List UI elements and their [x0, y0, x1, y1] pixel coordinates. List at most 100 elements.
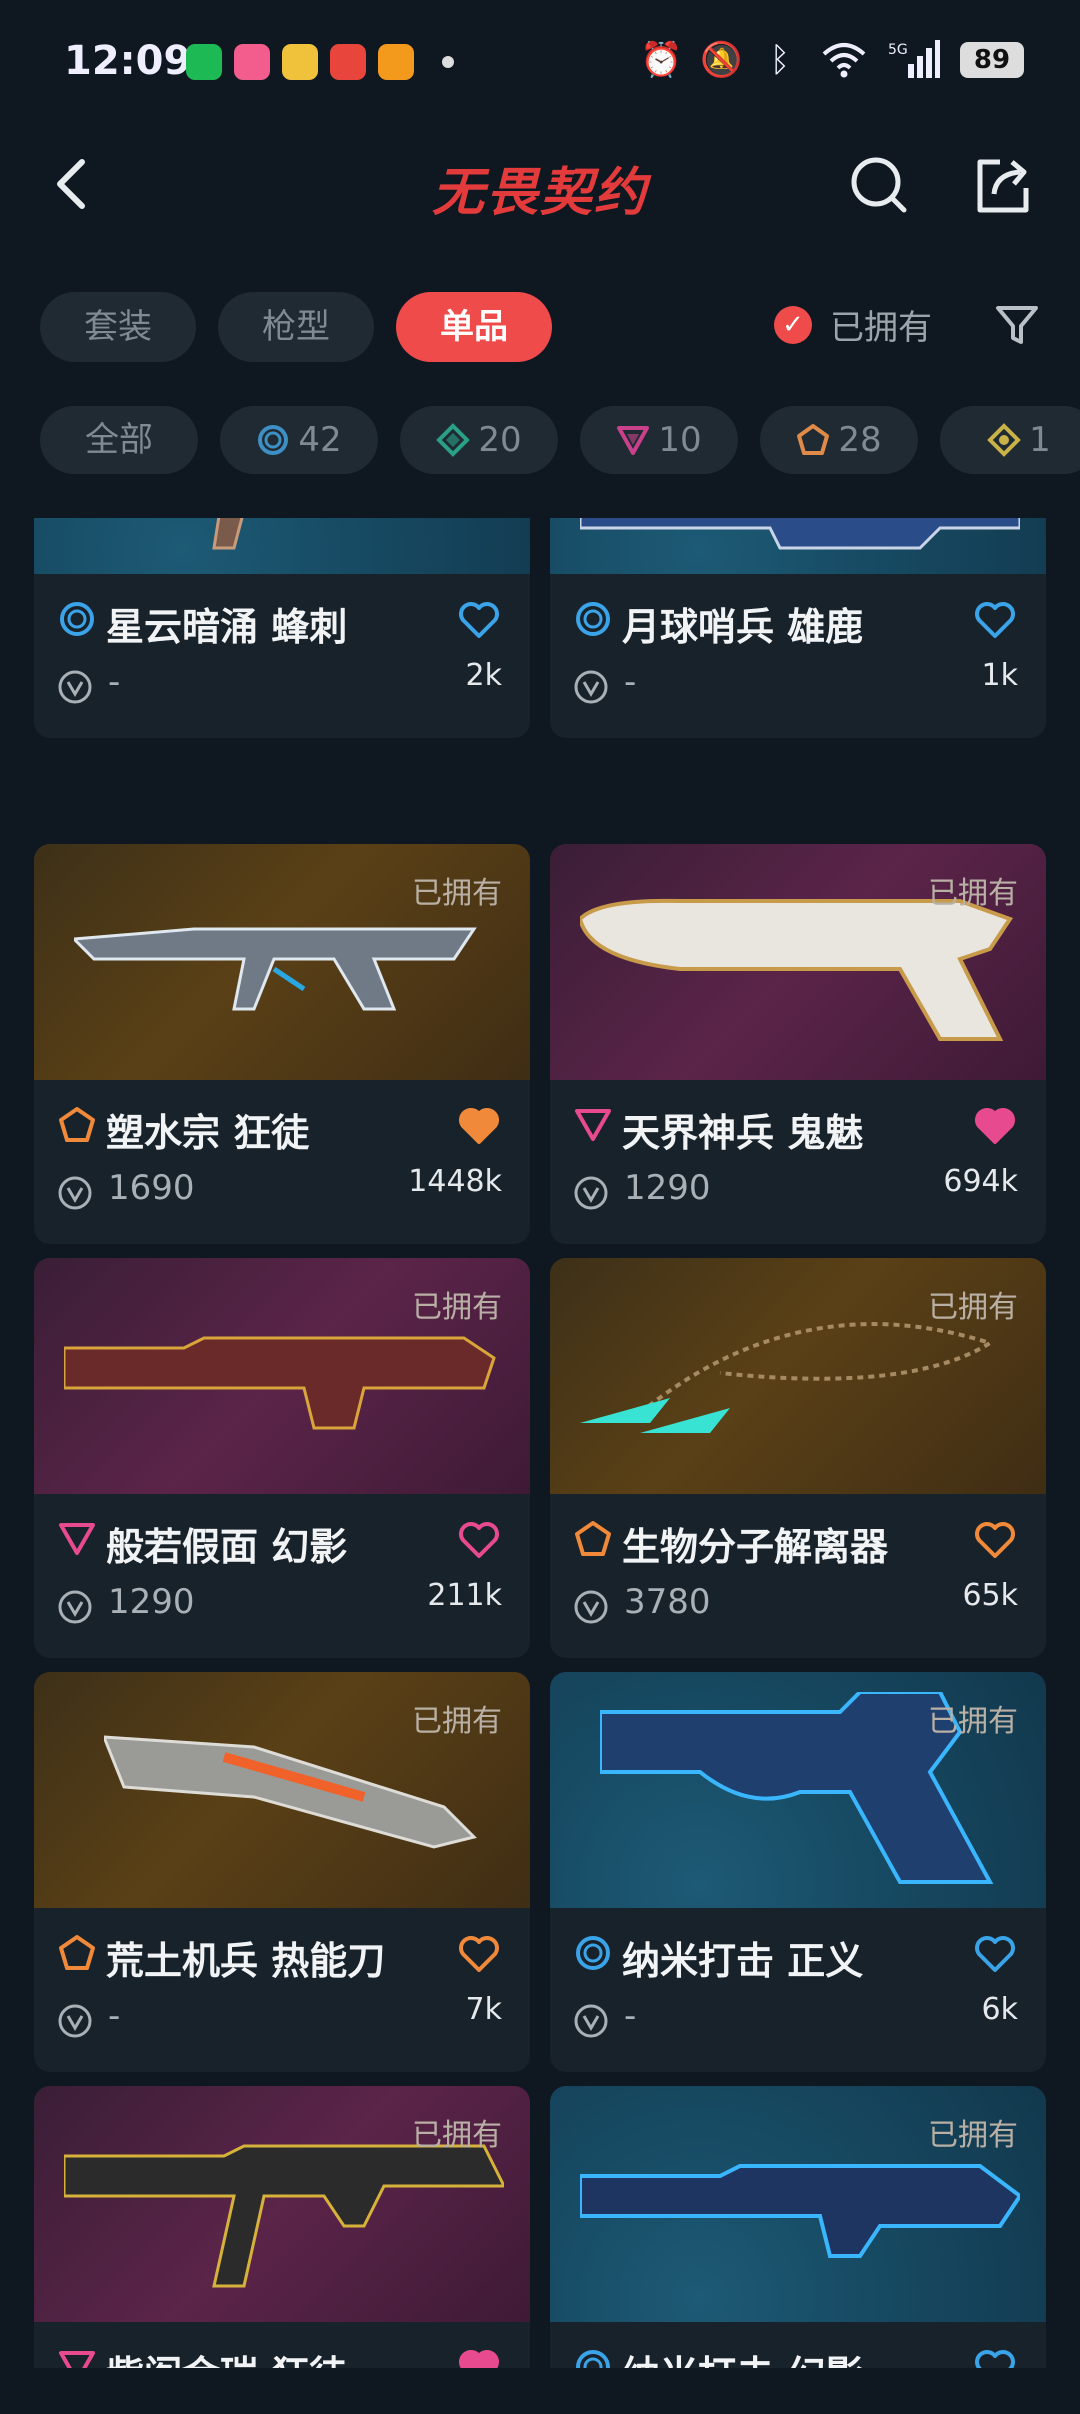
skin-name: 紫阎金瑞 狂徒	[106, 2344, 347, 2368]
skin-name: 般若假面 幻影	[106, 1525, 348, 1569]
heart-icon[interactable]	[974, 1934, 1016, 1974]
owned-tag: 已拥有	[928, 1704, 1018, 1739]
status-time: 12:09	[64, 38, 192, 84]
vp-currency-icon	[58, 670, 92, 704]
select-tier-icon	[576, 1936, 610, 1970]
rarity-chip-deluxe[interactable]: 20	[400, 406, 558, 474]
heart-filled-icon[interactable]	[458, 2348, 500, 2368]
like-count: 1448k	[408, 1164, 502, 1199]
like-count: 65k	[962, 1578, 1018, 1613]
bottom-edge	[0, 2368, 1080, 2414]
premium-tier-icon	[617, 426, 650, 455]
rarity-chip-premium[interactable]: 10	[580, 406, 738, 474]
like-count: 6k	[981, 1992, 1018, 2027]
vp-currency-icon	[574, 1176, 608, 1210]
skin-name: 纳米打击 正义	[622, 1939, 864, 1983]
like-count: 694k	[943, 1164, 1018, 1199]
owned-tag: 已拥有	[928, 2118, 1018, 2153]
ultra-tier-icon	[987, 423, 1022, 457]
weapon-image	[74, 927, 477, 1011]
rarity-chip-select[interactable]: 42	[220, 406, 378, 474]
signal-icon: 5G	[888, 40, 940, 78]
weapon-image	[212, 518, 244, 550]
skin-price: 1690	[108, 1168, 195, 1208]
select-tier-icon	[576, 2350, 610, 2368]
bluetooth-icon: ᛒ	[769, 40, 791, 80]
skin-card[interactable]: 已拥有 天界神兵 鬼魅 1290 694k	[550, 844, 1046, 1244]
skin-artwork: 已拥有	[34, 844, 530, 1080]
58-notification-icon	[378, 44, 414, 80]
skin-card[interactable]: 已拥有 纳米打击 幻影	[550, 2086, 1046, 2368]
skin-name: 塑水宗 狂徒	[106, 1111, 310, 1155]
wifi-icon	[822, 43, 866, 78]
owned-filter-toggle[interactable]: ✓ 已拥有	[774, 300, 932, 349]
premium-tier-icon	[575, 1109, 611, 1141]
spotify-notification-icon	[186, 44, 222, 80]
bilibili-notification-icon	[234, 44, 270, 80]
skin-card[interactable]: 已拥有 紫阎金瑞 狂徒	[34, 2086, 530, 2368]
skin-name: 天界神兵 鬼魅	[622, 1111, 864, 1155]
exclusive-tier-icon	[575, 1521, 611, 1556]
rarity-chip-ultra[interactable]: 1	[940, 406, 1080, 474]
network-type: 5G	[888, 42, 908, 58]
alarm-icon: ⏰	[640, 40, 683, 80]
weapon-image	[580, 898, 1014, 1041]
rarity-chip-exclusive[interactable]: 28	[760, 406, 918, 474]
filter-icon[interactable]	[994, 302, 1040, 348]
like-count: 1k	[981, 658, 1018, 693]
tab-weapon-types[interactable]: 枪型	[218, 292, 374, 362]
skin-price: -	[624, 662, 637, 702]
weapon-image	[64, 2144, 504, 2288]
top-bar: 无畏契约	[0, 130, 1080, 240]
heart-filled-icon[interactable]	[974, 1106, 1016, 1146]
skin-price: 1290	[108, 1582, 195, 1622]
heart-icon[interactable]	[974, 600, 1016, 640]
rarity-chip-count: 42	[298, 420, 342, 460]
skin-artwork: 已拥有	[550, 844, 1046, 1080]
owned-filter-label: 已拥有	[830, 308, 932, 348]
select-tier-icon	[258, 425, 289, 455]
rarity-chip-label: 全部	[85, 420, 153, 460]
skin-artwork: 已拥有	[34, 1258, 530, 1494]
heart-filled-icon[interactable]	[458, 1106, 500, 1146]
premium-tier-icon	[59, 1523, 95, 1555]
share-icon[interactable]	[970, 152, 1036, 218]
skin-price: 3780	[624, 1582, 711, 1622]
skin-grid: 星云暗涌 蜂刺 - 2k 月球哨兵 雄鹿 - 1k 已拥有 塑水宗 狂徒 169…	[34, 518, 1046, 2368]
status-bar: 12:09 ⏰ 🔕 ᛒ 5G 89	[0, 0, 1080, 130]
skin-artwork	[550, 518, 1046, 574]
skin-price: -	[108, 662, 121, 702]
deluxe-tier-icon	[436, 423, 471, 457]
heart-icon[interactable]	[458, 1934, 500, 1974]
skin-artwork: 已拥有	[550, 1258, 1046, 1494]
skin-name: 荒土机兵 热能刀	[106, 1939, 386, 1983]
like-count: 2k	[465, 658, 502, 693]
heart-icon[interactable]	[974, 2348, 1016, 2368]
search-icon[interactable]	[846, 152, 912, 218]
skin-artwork: 已拥有	[550, 1672, 1046, 1908]
rarity-chip-all[interactable]: 全部	[40, 406, 198, 474]
skin-price: 1290	[624, 1168, 711, 1208]
skin-card[interactable]: 已拥有 般若假面 幻影 1290 211k	[34, 1258, 530, 1658]
skin-card[interactable]: 已拥有 纳米打击 正义 - 6k	[550, 1672, 1046, 2072]
tab-bundles[interactable]: 套装	[40, 292, 196, 362]
heart-icon[interactable]	[458, 1520, 500, 1560]
skin-card[interactable]: 已拥有 荒土机兵 热能刀 - 7k	[34, 1672, 530, 2072]
owned-tag: 已拥有	[412, 2118, 502, 2153]
tab-single-items[interactable]: 单品	[396, 292, 552, 362]
heart-icon[interactable]	[974, 1520, 1016, 1560]
skin-card[interactable]: 月球哨兵 雄鹿 - 1k	[550, 518, 1046, 738]
select-tier-icon	[576, 602, 610, 636]
exclusive-tier-icon	[59, 1935, 95, 1970]
skin-card[interactable]: 已拥有 塑水宗 狂徒 1690 1448k	[34, 844, 530, 1244]
skin-price: -	[108, 1996, 121, 2036]
heart-icon[interactable]	[458, 600, 500, 640]
owned-tag: 已拥有	[928, 876, 1018, 911]
skin-name: 纳米打击 幻影	[622, 2344, 863, 2368]
skin-name: 星云暗涌 蜂刺	[106, 605, 348, 649]
rarity-chip-count: 1	[1029, 420, 1051, 460]
skin-card[interactable]: 已拥有 生物分子解离器 3780 65k	[550, 1258, 1046, 1658]
skin-artwork: 已拥有	[34, 1672, 530, 1908]
more-notifications-dot	[442, 56, 454, 68]
skin-card[interactable]: 星云暗涌 蜂刺 - 2k	[34, 518, 530, 738]
